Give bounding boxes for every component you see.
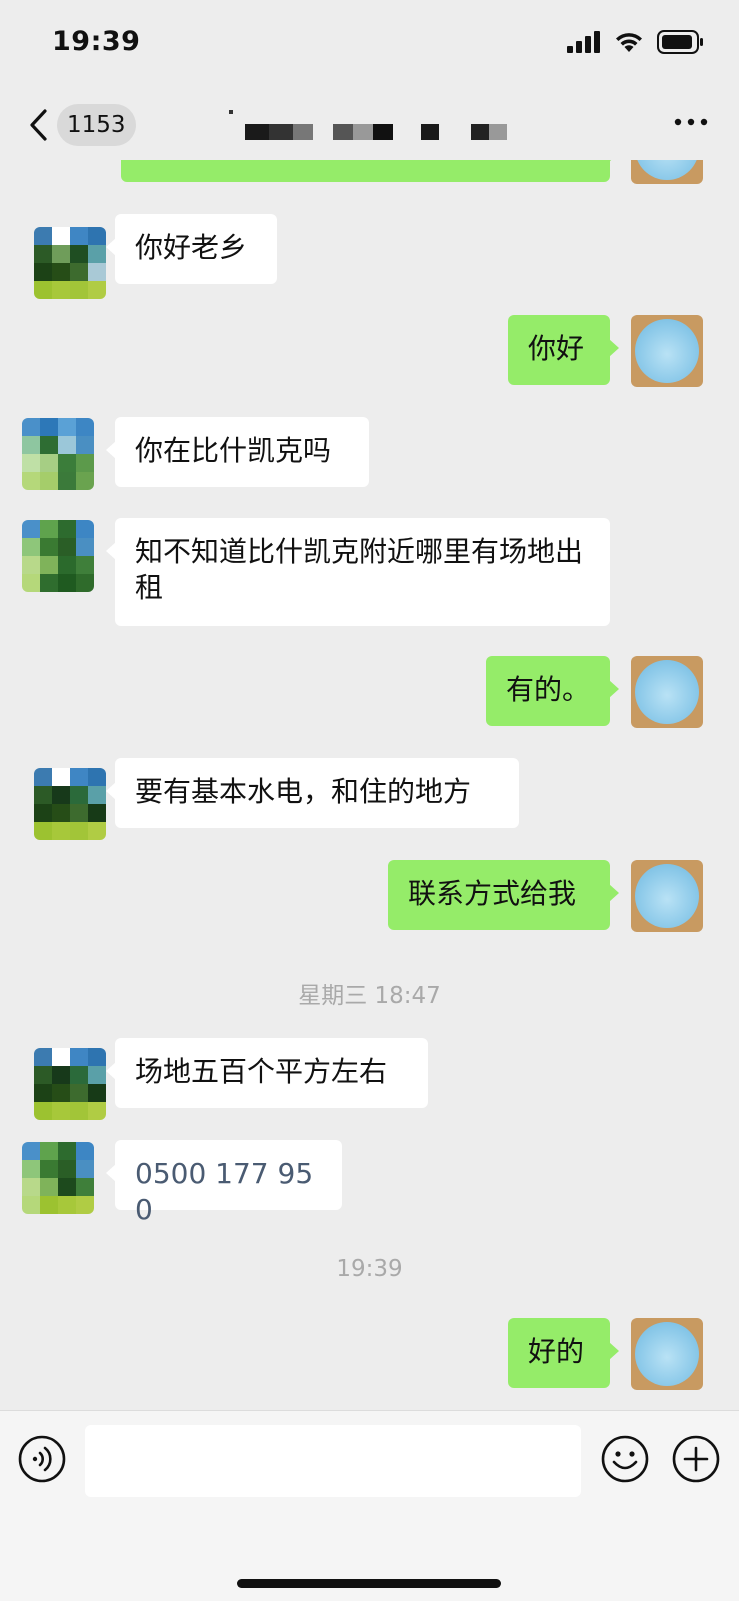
self-avatar[interactable] xyxy=(631,860,703,932)
contact-avatar[interactable] xyxy=(22,520,94,592)
status-icons xyxy=(567,30,705,54)
self-avatar[interactable] xyxy=(631,160,703,184)
chevron-left-icon[interactable] xyxy=(26,108,50,142)
message-bubble[interactable]: 要有基本水电，和住的地方 xyxy=(106,758,519,828)
contact-avatar[interactable] xyxy=(34,1048,106,1120)
message-bubble[interactable]: 你好老乡 xyxy=(106,214,277,284)
message-bubble[interactable]: 场地五百个平方左右 xyxy=(106,1038,428,1108)
signal-icon xyxy=(567,31,600,53)
message-bubble[interactable]: 有的。 xyxy=(486,656,619,726)
message-bubble[interactable]: 知不知道比什凯克附近哪里有场地出租 xyxy=(106,518,610,626)
more-icon[interactable] xyxy=(673,112,709,132)
wifi-icon xyxy=(616,33,642,52)
partial-bubble xyxy=(121,160,619,182)
contact-avatar[interactable] xyxy=(22,418,94,490)
message-input[interactable] xyxy=(85,1425,581,1497)
message-list[interactable]: 你好老乡 你好 你在比什凯克吗 知不知道比什凯克附近哪里有场地出租 有的。 要有… xyxy=(0,160,739,1410)
battery-icon xyxy=(657,30,703,54)
status-bar: 19:39 xyxy=(0,0,739,90)
unread-count-badge[interactable]: 1153 xyxy=(57,104,136,146)
contact-avatar[interactable] xyxy=(22,1142,94,1214)
message-bubble-phone[interactable]: 0500 177 950 xyxy=(106,1140,342,1226)
timestamp: 星期三 18:47 xyxy=(298,983,441,1009)
emoji-icon[interactable] xyxy=(601,1435,649,1483)
timestamp: 19:39 xyxy=(336,1256,403,1282)
self-avatar[interactable] xyxy=(631,656,703,728)
contact-avatar[interactable] xyxy=(34,227,106,299)
plus-icon[interactable] xyxy=(672,1435,720,1483)
message-bubble[interactable]: 你在比什凯克吗 xyxy=(106,417,369,487)
message-bubble[interactable]: 好的 xyxy=(508,1318,619,1388)
home-indicator xyxy=(237,1579,501,1588)
chat-title-redacted xyxy=(229,110,507,140)
self-avatar[interactable] xyxy=(631,1318,703,1390)
chat-header: 1153 xyxy=(0,90,739,160)
status-time: 19:39 xyxy=(52,26,141,57)
voice-icon[interactable] xyxy=(18,1435,66,1483)
input-bar xyxy=(0,1410,739,1601)
self-avatar[interactable] xyxy=(631,315,703,387)
message-bubble[interactable]: 你好 xyxy=(508,315,619,385)
contact-avatar[interactable] xyxy=(34,768,106,840)
message-bubble[interactable]: 联系方式给我 xyxy=(388,860,619,930)
